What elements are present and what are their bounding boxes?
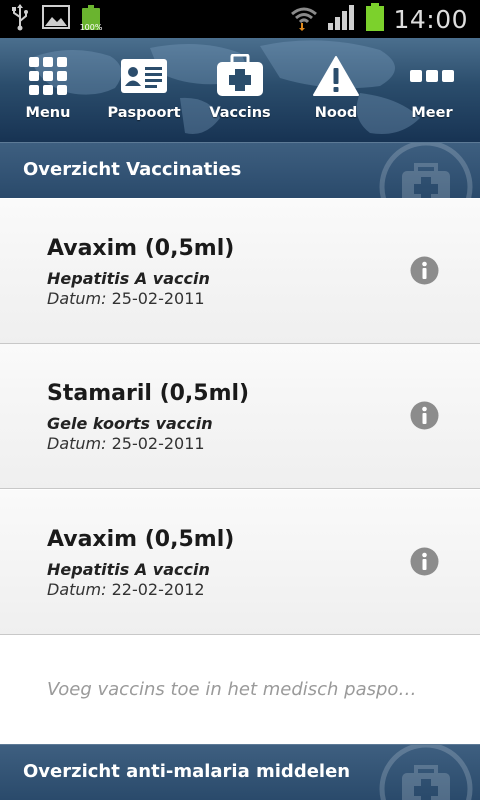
- nav-vaccins[interactable]: Vaccins: [192, 38, 288, 142]
- malaria-header: Overzicht anti-malaria middelen: [0, 744, 480, 800]
- info-icon[interactable]: [410, 256, 439, 285]
- medical-kit-icon: [379, 143, 473, 198]
- vaccine-type: Hepatitis A vaccin: [47, 269, 210, 288]
- vaccine-name: Avaxim (0,5ml): [47, 236, 235, 261]
- usb-icon: [10, 3, 30, 35]
- date-value: 25-02-2011: [111, 434, 205, 453]
- vaccine-name: Stamaril (0,5ml): [47, 381, 250, 406]
- nav-nood-label: Nood: [314, 105, 358, 121]
- date-value: 25-02-2011: [111, 289, 205, 308]
- nav-toolbar: Menu Paspoort Vaccins Nood Meer: [0, 38, 480, 142]
- vaccine-date: Datum: 25-02-2011: [47, 434, 205, 453]
- grid-icon: [18, 52, 78, 100]
- nav-meer[interactable]: Meer: [384, 38, 480, 142]
- more-icon: [402, 52, 462, 100]
- nav-paspoort-label: Paspoort: [107, 105, 181, 121]
- clock: 14:00: [393, 4, 468, 34]
- nav-nood[interactable]: Nood: [288, 38, 384, 142]
- status-bar: 100% 14:00: [0, 0, 480, 38]
- vaccinations-header: Overzicht Vaccinaties: [0, 142, 480, 198]
- vaccine-type: Gele koorts vaccin: [47, 414, 213, 433]
- id-card-icon: [114, 52, 174, 100]
- vaccine-row[interactable]: Avaxim (0,5ml) Hepatitis A vaccin Datum:…: [0, 490, 480, 635]
- vaccine-row[interactable]: Avaxim (0,5ml) Hepatitis A vaccin Datum:…: [0, 199, 480, 344]
- date-label: Datum:: [47, 289, 107, 308]
- info-icon[interactable]: [410, 401, 439, 430]
- signal-icon: [327, 3, 357, 35]
- medical-kit-icon: [379, 745, 473, 800]
- battery-icon: [365, 3, 385, 35]
- malaria-header-title: Overzicht anti-malaria middelen: [23, 761, 351, 782]
- nav-paspoort[interactable]: Paspoort: [96, 38, 192, 142]
- nav-meer-label: Meer: [411, 105, 453, 121]
- date-value: 22-02-2012: [111, 580, 205, 599]
- add-vaccine-hint[interactable]: Voeg vaccins toe in het medisch paspo…: [47, 679, 447, 700]
- vaccine-date: Datum: 25-02-2011: [47, 289, 205, 308]
- medical-kit-icon: [210, 52, 270, 100]
- vaccine-row[interactable]: Stamaril (0,5ml) Gele koorts vaccin Datu…: [0, 344, 480, 489]
- info-icon[interactable]: [410, 547, 439, 576]
- nav-vaccins-label: Vaccins: [209, 105, 271, 121]
- date-label: Datum:: [47, 434, 107, 453]
- wifi-icon: [289, 3, 319, 35]
- vaccine-date: Datum: 22-02-2012: [47, 580, 205, 599]
- nav-menu[interactable]: Menu: [0, 38, 96, 142]
- date-label: Datum:: [47, 580, 107, 599]
- image-icon: [42, 5, 70, 33]
- battery-icon: 100%: [80, 5, 102, 33]
- nav-menu-label: Menu: [25, 105, 71, 121]
- vaccine-name: Avaxim (0,5ml): [47, 527, 235, 552]
- battery-percent: 100%: [79, 23, 103, 32]
- warning-icon: [306, 52, 366, 100]
- vaccine-type: Hepatitis A vaccin: [47, 560, 210, 579]
- vaccinations-header-title: Overzicht Vaccinaties: [23, 159, 242, 180]
